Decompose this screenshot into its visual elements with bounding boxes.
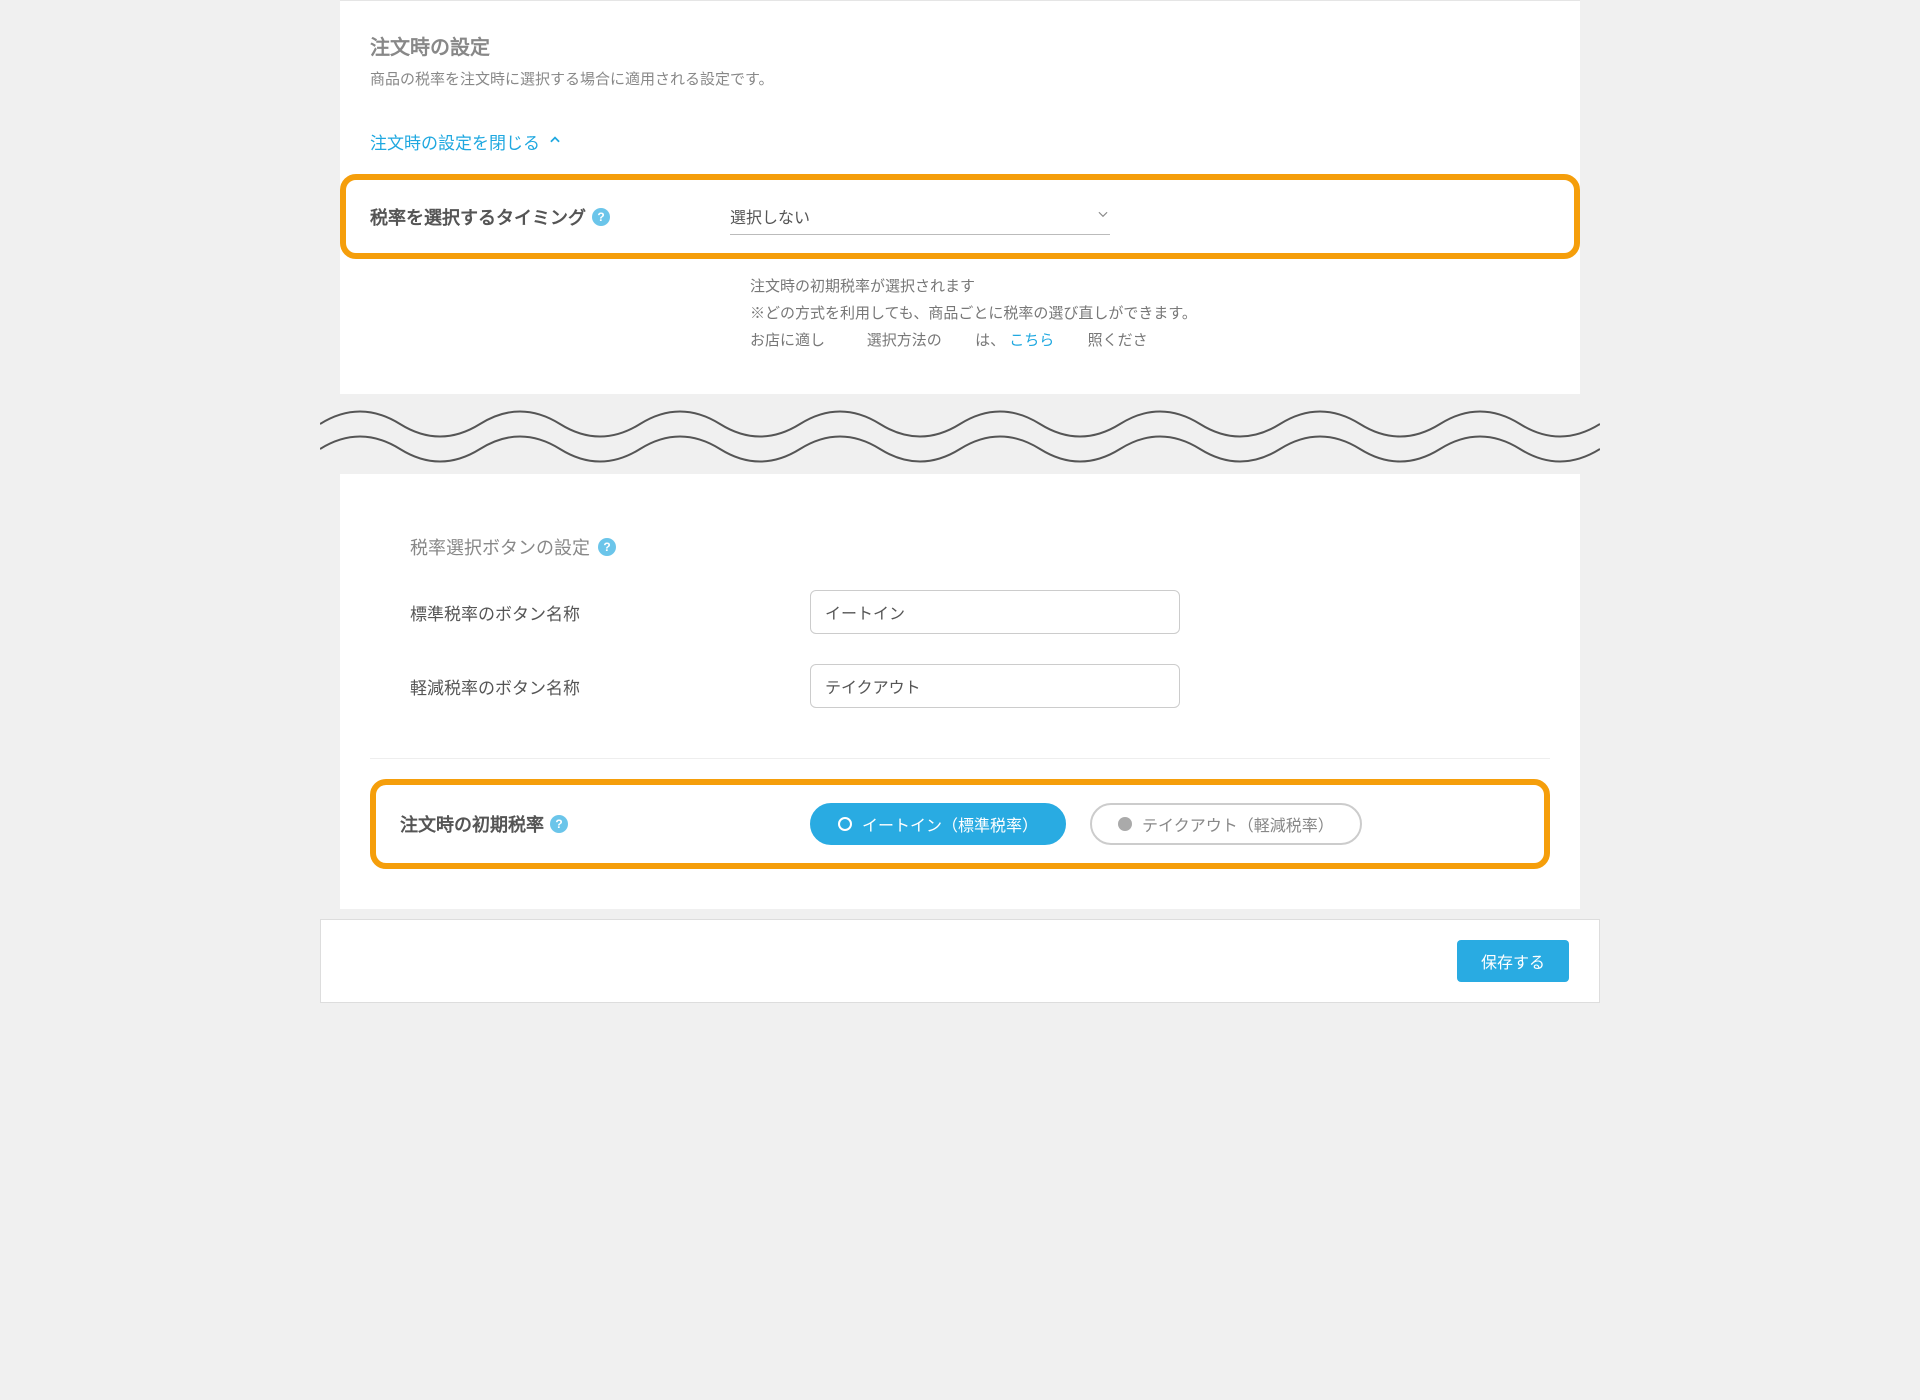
help-link[interactable]: こちら: [1009, 332, 1054, 349]
tax-timing-highlight: 税率を選択するタイミング ? 選択しない: [340, 174, 1580, 259]
help-icon[interactable]: ?: [598, 538, 616, 556]
reduced-rate-button-input[interactable]: [810, 664, 1180, 708]
tax-timing-label-text: 税率を選択するタイミング: [370, 204, 586, 230]
initial-rate-takeout-text: テイクアウト（軽減税率）: [1142, 812, 1334, 836]
tax-timing-label: 税率を選択するタイミング ?: [370, 204, 730, 230]
button-settings-title-text: 税率選択ボタンの設定: [410, 534, 590, 560]
help-icon[interactable]: ?: [592, 208, 610, 226]
help-line3-d: 照くださ: [1088, 332, 1148, 349]
help-icon[interactable]: ?: [550, 815, 568, 833]
standard-rate-button-label: 標準税率のボタン名称: [410, 600, 810, 625]
radio-selected-icon: [838, 817, 852, 831]
initial-rate-takeout-button[interactable]: テイクアウト（軽減税率）: [1090, 803, 1362, 845]
divider: [370, 758, 1550, 759]
timing-help-line1: 注文時の初期税率が選択されます: [750, 273, 1580, 300]
visual-tear-separator: [320, 394, 1600, 474]
footer-bar: 保存する: [320, 919, 1600, 1003]
timing-help-line3: お店に適し 選択方法の は、 こちら 照くださ: [750, 327, 1580, 354]
button-settings-title: 税率選択ボタンの設定 ?: [410, 534, 1580, 560]
chevron-up-icon: [548, 132, 562, 152]
collapse-label: 注文時の設定を閉じる: [370, 129, 540, 154]
help-line3-b: 選択方法の: [867, 332, 942, 349]
collapse-toggle[interactable]: 注文時の設定を閉じる: [370, 129, 1550, 154]
chevron-down-icon: [1096, 207, 1110, 226]
reduced-rate-button-label: 軽減税率のボタン名称: [410, 674, 810, 699]
standard-rate-button-input[interactable]: [810, 590, 1180, 634]
initial-rate-highlight: 注文時の初期税率 ? イートイン（標準税率） テイクアウト（軽減税率）: [370, 779, 1550, 869]
help-line3-c: は、: [975, 332, 1005, 349]
help-line3-a: お店に適し: [750, 332, 825, 349]
timing-help-line2: ※どの方式を利用しても、商品ごとに税率の選び直しができます。: [750, 300, 1580, 327]
initial-rate-label-text: 注文時の初期税率: [400, 811, 544, 837]
initial-rate-eatin-text: イートイン（標準税率）: [862, 812, 1038, 836]
section-desc: 商品の税率を注文時に選択する場合に適用される設定です。: [370, 68, 1550, 89]
initial-rate-eatin-button[interactable]: イートイン（標準税率）: [810, 803, 1066, 845]
radio-unselected-icon: [1118, 817, 1132, 831]
section-title: 注文時の設定: [370, 31, 1550, 60]
save-button[interactable]: 保存する: [1457, 940, 1569, 982]
timing-help-text: 注文時の初期税率が選択されます ※どの方式を利用しても、商品ごとに税率の選び直し…: [750, 273, 1580, 354]
tax-timing-value: 選択しない: [730, 204, 810, 228]
initial-rate-label: 注文時の初期税率 ?: [400, 811, 810, 837]
tax-timing-select[interactable]: 選択しない: [730, 198, 1110, 235]
initial-rate-segment: イートイン（標準税率） テイクアウト（軽減税率）: [810, 803, 1362, 845]
